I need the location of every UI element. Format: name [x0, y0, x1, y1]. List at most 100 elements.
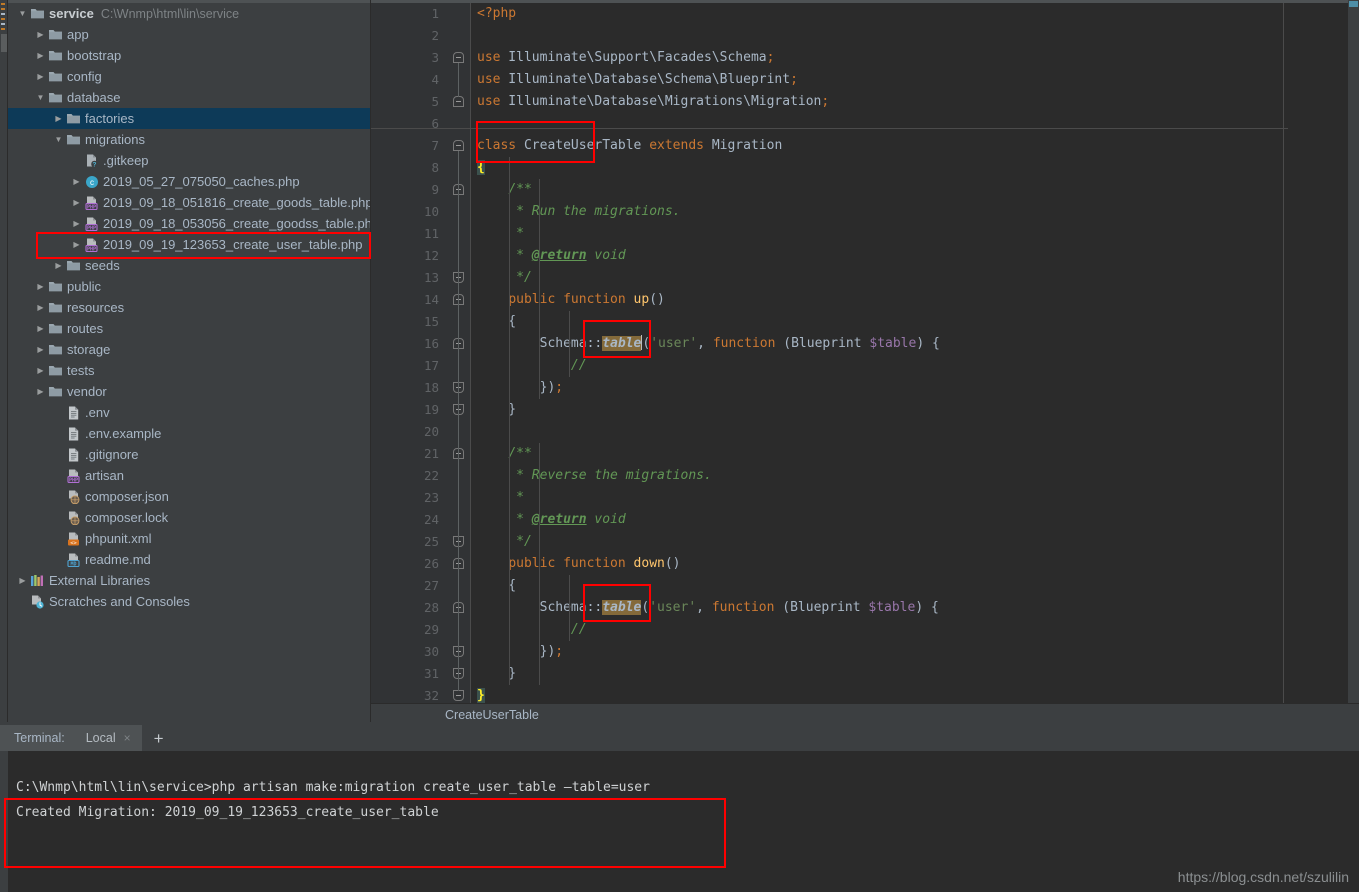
chevron-right-icon[interactable]: ▶	[70, 177, 83, 186]
chevron-right-icon[interactable]: ▶	[34, 324, 47, 333]
code-line[interactable]	[471, 421, 1359, 443]
tree-row--env-example[interactable]: .env.example	[8, 423, 370, 444]
code-line[interactable]: {	[471, 157, 1359, 179]
chevron-right-icon[interactable]: ▶	[34, 345, 47, 354]
tree-row-composer-json[interactable]: composer.json	[8, 486, 370, 507]
code-line[interactable]: });	[471, 641, 1359, 663]
tree-row-phpunit-xml[interactable]: <> phpunit.xml	[8, 528, 370, 549]
add-terminal-button[interactable]: +	[141, 725, 176, 751]
tree-row-tests[interactable]: ▶ tests	[8, 360, 370, 381]
tree-row--gitkeep[interactable]: ? .gitkeep	[8, 150, 370, 171]
tree-row-artisan[interactable]: PHP artisan	[8, 465, 370, 486]
editor-fold-column[interactable]	[448, 3, 471, 703]
code-line[interactable]: }	[471, 685, 1359, 703]
code-line[interactable]: Schema::table('user', function (Blueprin…	[471, 597, 1359, 619]
code-line[interactable]: //	[471, 619, 1359, 641]
code-line[interactable]: */	[471, 531, 1359, 553]
tree-row-app[interactable]: ▶ app	[8, 24, 370, 45]
chevron-right-icon[interactable]: ▶	[34, 282, 47, 291]
tree-row-migrations[interactable]: ▼ migrations	[8, 129, 370, 150]
fold-row	[448, 289, 470, 311]
project-tree-panel[interactable]: ▼ service C:\Wnmp\html\lin\service ▶ app ▶…	[8, 0, 371, 722]
tree-row--env[interactable]: .env	[8, 402, 370, 423]
chevron-right-icon[interactable]: ▶	[70, 198, 83, 207]
code-line[interactable]: *	[471, 223, 1359, 245]
editor-scrollbar[interactable]	[1348, 0, 1359, 703]
code-line[interactable]: class CreateUserTable extends Migration	[471, 135, 1359, 157]
tree-row-resources[interactable]: ▶ resources	[8, 297, 370, 318]
chevron-right-icon[interactable]: ▶	[34, 51, 47, 60]
code-line[interactable]: //	[471, 355, 1359, 377]
tree-row-2019-09-18-053056-create-goodss-table-php[interactable]: ▶ PHP 2019_09_18_053056_create_goodss_tabl…	[8, 213, 370, 234]
breadcrumb[interactable]: CreateUserTable	[371, 703, 1359, 725]
tree-row-storage[interactable]: ▶ storage	[8, 339, 370, 360]
chevron-down-icon[interactable]: ▼	[16, 9, 29, 18]
chevron-right-icon[interactable]: ▶	[16, 576, 29, 585]
chevron-right-icon[interactable]: ▶	[34, 72, 47, 81]
chevron-down-icon[interactable]: ▼	[34, 93, 47, 102]
code-line[interactable]: <?php	[471, 3, 1359, 25]
code-line[interactable]: });	[471, 377, 1359, 399]
chevron-right-icon[interactable]: ▶	[34, 303, 47, 312]
chevron-right-icon[interactable]: ▶	[70, 219, 83, 228]
code-line[interactable]	[471, 113, 1359, 135]
chevron-right-icon[interactable]: ▶	[52, 114, 65, 123]
tree-row-2019-05-27-075050-caches-php[interactable]: ▶ c 2019_05_27_075050_caches.php	[8, 171, 370, 192]
code-line[interactable]: public function down()	[471, 553, 1359, 575]
tree-row-bootstrap[interactable]: ▶ bootstrap	[8, 45, 370, 66]
code-line[interactable]: * Reverse the migrations.	[471, 465, 1359, 487]
code-editor[interactable]: 1 2 3 4 5 6 7 8 9 10 11 12 13 14 15 16 17 18 19 20 21 22 23 24 2…	[371, 0, 1359, 703]
terminal-tab-bar[interactable]: Terminal: Local × +	[0, 725, 1359, 751]
code-line[interactable]: /**	[471, 443, 1359, 465]
fold-collapse-icon[interactable]	[453, 140, 464, 151]
code-line[interactable]: {	[471, 575, 1359, 597]
code-line[interactable]: use Illuminate\Support\Facades\Schema;	[471, 47, 1359, 69]
editor-code-area[interactable]: <?php use Illuminate\Support\Facades\Sch…	[471, 3, 1359, 703]
chevron-right-icon[interactable]: ▶	[34, 387, 47, 396]
tree-row-routes[interactable]: ▶ routes	[8, 318, 370, 339]
code-line[interactable]: use Illuminate\Database\Migrations\Migra…	[471, 91, 1359, 113]
tree-row-database[interactable]: ▼ database	[8, 87, 370, 108]
terminal-panel[interactable]: Terminal: Local × + C:\Wnmp\html\lin\ser…	[0, 725, 1359, 892]
tree-row-composer-lock[interactable]: composer.lock	[8, 507, 370, 528]
code-line[interactable]: *	[471, 487, 1359, 509]
chevron-right-icon[interactable]: ▶	[34, 30, 47, 39]
tree-row-public[interactable]: ▶ public	[8, 276, 370, 297]
code-line[interactable]: }	[471, 399, 1359, 421]
code-line[interactable]: public function up()	[471, 289, 1359, 311]
code-line[interactable]: use Illuminate\Database\Schema\Blueprint…	[471, 69, 1359, 91]
fold-row	[448, 135, 470, 157]
tree-row-scratches-and-consoles[interactable]: Scratches and Consoles	[8, 591, 370, 612]
terminal-tab-local[interactable]: Local ×	[74, 725, 142, 751]
tree-row-root[interactable]: ▼ service C:\Wnmp\html\lin\service	[8, 3, 370, 24]
left-tool-strip[interactable]	[0, 0, 8, 722]
tree-row-2019-09-19-123653-create-user-table-php[interactable]: ▶ PHP 2019_09_19_123653_create_user_table.…	[8, 234, 370, 255]
tree-row-seeds[interactable]: ▶ seeds	[8, 255, 370, 276]
code-line[interactable]: * @return void	[471, 509, 1359, 531]
code-line[interactable]: */	[471, 267, 1359, 289]
tree-row--gitignore[interactable]: .gitignore	[8, 444, 370, 465]
close-icon[interactable]: ×	[124, 731, 131, 745]
chevron-right-icon[interactable]: ▶	[70, 240, 83, 249]
fold-collapse-icon[interactable]	[453, 52, 464, 63]
tree-row-factories[interactable]: ▶ factories	[8, 108, 370, 129]
code-line[interactable]	[471, 25, 1359, 47]
fold-collapse-icon[interactable]	[453, 96, 464, 107]
fold-connector	[458, 613, 459, 647]
code-line[interactable]: {	[471, 311, 1359, 333]
code-line[interactable]: }	[471, 663, 1359, 685]
chevron-down-icon[interactable]: ▼	[52, 135, 65, 144]
code-line[interactable]: /**	[471, 179, 1359, 201]
code-line[interactable]: * @return void	[471, 245, 1359, 267]
terminal-output[interactable]: C:\Wnmp\html\lin\service>php artisan mak…	[8, 751, 1359, 892]
tree-row-config[interactable]: ▶ config	[8, 66, 370, 87]
tree-row-readme-md[interactable]: MD readme.md	[8, 549, 370, 570]
chevron-right-icon[interactable]: ▶	[52, 261, 65, 270]
fold-collapse-icon[interactable]	[453, 690, 464, 701]
tree-row-vendor[interactable]: ▶ vendor	[8, 381, 370, 402]
tree-row-2019-09-18-051816-create-goods-table-php[interactable]: ▶ PHP 2019_09_18_051816_create_goods_table…	[8, 192, 370, 213]
code-line[interactable]: * Run the migrations.	[471, 201, 1359, 223]
tree-row-external-libraries[interactable]: ▶ External Libraries	[8, 570, 370, 591]
code-line[interactable]: Schema::table('user', function (Blueprin…	[471, 333, 1359, 355]
chevron-right-icon[interactable]: ▶	[34, 366, 47, 375]
